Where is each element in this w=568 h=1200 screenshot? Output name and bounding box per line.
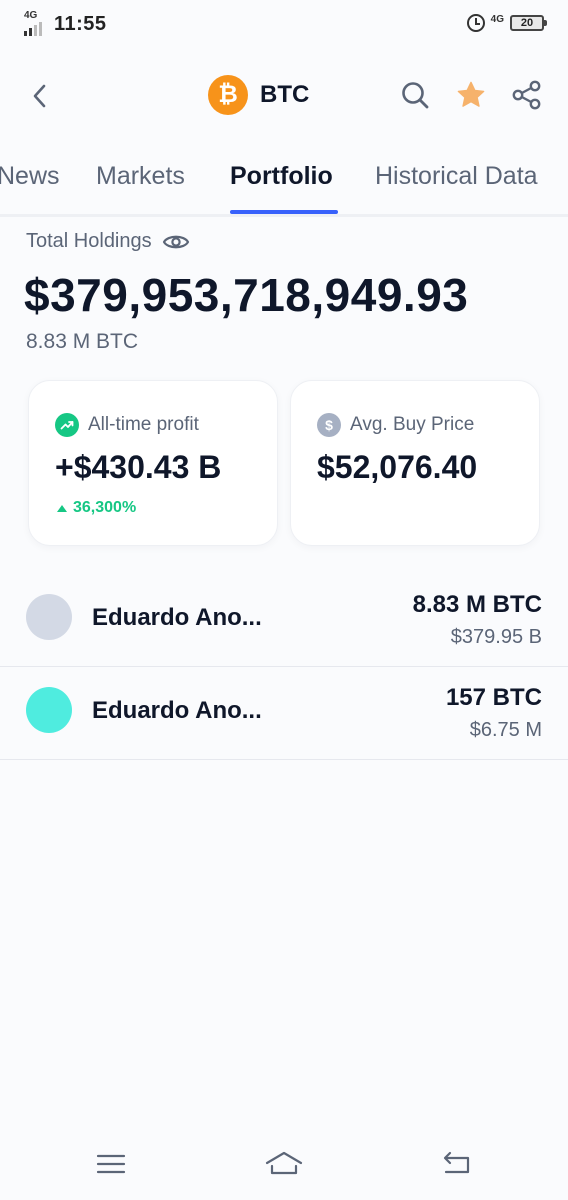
avatar bbox=[26, 687, 72, 733]
profit-label: All-time profit bbox=[88, 414, 199, 435]
wallet-name: Eduardo Ano... bbox=[92, 604, 262, 631]
caret-up-icon bbox=[57, 504, 67, 512]
share-icon bbox=[512, 80, 541, 110]
list-item[interactable]: Eduardo Ano... 157 BTC $6.75 M bbox=[0, 667, 568, 760]
list-item[interactable]: Eduardo Ano... 8.83 M BTC $379.95 B bbox=[0, 574, 568, 667]
profit-change-percent: 36,300% bbox=[73, 499, 137, 516]
all-time-profit-card: All-time profit +$430.43 B 36,300% bbox=[28, 380, 278, 546]
dollar-icon: $ bbox=[317, 413, 341, 437]
menu-icon bbox=[96, 1154, 126, 1174]
wallet-amount: 157 BTC bbox=[445, 684, 542, 711]
avatar bbox=[26, 594, 72, 640]
total-holdings-value: $379,953,718,949.93 bbox=[24, 269, 469, 321]
app-header: ₿ BTC bbox=[0, 70, 568, 122]
home-button[interactable] bbox=[262, 1144, 306, 1184]
back-button[interactable] bbox=[22, 78, 58, 114]
home-icon bbox=[265, 1151, 303, 1175]
status-bar: 4G 11:55 4G 20 bbox=[0, 0, 568, 52]
status-left: 4G 11:55 bbox=[24, 10, 107, 36]
network-type-right: 4G bbox=[490, 13, 504, 25]
tab-markets[interactable]: Markets bbox=[96, 162, 185, 191]
status-right: 4G 20 bbox=[466, 13, 547, 32]
wallet-value: $379.95 B bbox=[450, 626, 542, 648]
share-button[interactable] bbox=[510, 78, 544, 112]
battery-level: 20 bbox=[520, 17, 534, 29]
tab-portfolio[interactable]: Portfolio bbox=[230, 162, 333, 191]
bitcoin-logo-icon: ₿ bbox=[208, 75, 248, 115]
star-icon bbox=[457, 81, 485, 107]
tab-historical-data[interactable]: Historical Data bbox=[375, 162, 538, 191]
system-nav-bar bbox=[0, 1130, 568, 1200]
total-holdings-label: Total Holdings bbox=[26, 230, 152, 252]
return-icon bbox=[443, 1151, 470, 1174]
profit-card-header: All-time profit bbox=[55, 413, 199, 437]
eye-icon[interactable] bbox=[162, 232, 190, 252]
recent-apps-button[interactable] bbox=[89, 1144, 133, 1184]
search-icon bbox=[402, 82, 429, 109]
avg-buy-price-card: $ Avg. Buy Price $52,076.40 bbox=[290, 380, 540, 546]
wallet-value: $6.75 M bbox=[469, 719, 542, 741]
watchlist-star-button[interactable] bbox=[454, 78, 488, 112]
network-type: 4G bbox=[24, 10, 38, 21]
total-holdings-header: Total Holdings bbox=[26, 230, 190, 253]
page-title: BTC bbox=[260, 81, 310, 108]
header-actions bbox=[398, 78, 544, 112]
wallet-amount: 8.83 M BTC bbox=[412, 591, 542, 618]
profit-value: +$430.43 B bbox=[55, 449, 222, 485]
avg-price-value: $52,076.40 bbox=[317, 449, 478, 485]
profit-change: 36,300% bbox=[57, 499, 136, 517]
trending-up-icon bbox=[55, 413, 79, 437]
back-icon bbox=[33, 84, 46, 108]
coin-title: ₿ BTC bbox=[208, 75, 309, 115]
avg-price-label: Avg. Buy Price bbox=[350, 414, 475, 435]
tab-news[interactable]: News bbox=[0, 162, 60, 191]
battery-icon: 20 bbox=[510, 15, 547, 31]
active-tab-indicator bbox=[230, 210, 338, 214]
system-back-button[interactable] bbox=[434, 1144, 478, 1184]
alarm-icon bbox=[466, 14, 485, 32]
signal-icon: 4G bbox=[24, 10, 48, 36]
total-holdings-btc: 8.83 M BTC bbox=[26, 330, 139, 353]
wallet-name: Eduardo Ano... bbox=[92, 697, 262, 724]
avg-price-card-header: $ Avg. Buy Price bbox=[317, 413, 474, 437]
search-button[interactable] bbox=[398, 78, 432, 112]
clock: 11:55 bbox=[54, 12, 107, 35]
tab-bar: News Markets Portfolio Historical Data bbox=[0, 150, 568, 217]
